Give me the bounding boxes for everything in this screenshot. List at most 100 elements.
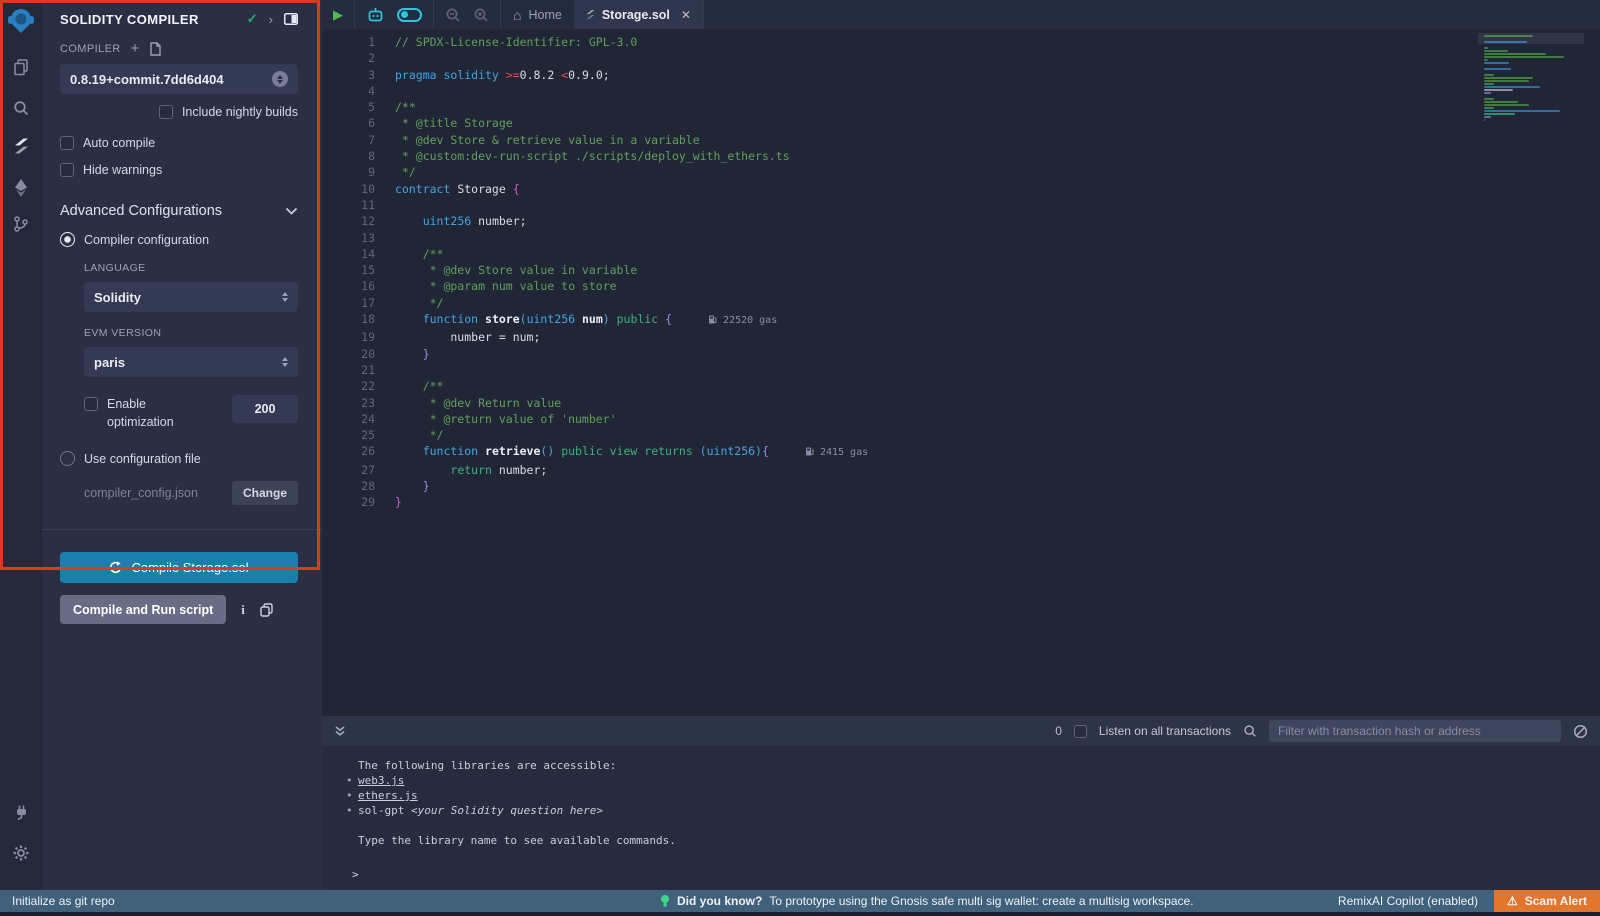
scam-alert-label: Scam Alert — [1525, 894, 1587, 908]
language-select[interactable]: Solidity — [84, 282, 298, 312]
git-init-status[interactable]: Initialize as git repo — [12, 894, 115, 908]
compiler-configuration-label[interactable]: Compiler configuration — [84, 233, 209, 247]
copy-icon[interactable] — [260, 603, 273, 617]
sidebar-item-plugin-manager[interactable] — [0, 800, 42, 824]
hide-warnings-checkbox-row[interactable]: Hide warnings — [60, 163, 298, 177]
compile-button-label: Compile Storage.sol — [131, 560, 248, 575]
terminal-list-item: web3.js — [322, 773, 1600, 788]
evm-version-label: EVM VERSION — [84, 327, 298, 339]
terminal-link[interactable]: web3.js — [358, 774, 404, 787]
terminal[interactable]: The following libraries are accessible:w… — [322, 746, 1600, 890]
play-icon[interactable]: ▶ — [333, 7, 343, 23]
advanced-configurations-toggle[interactable]: Advanced Configurations — [60, 203, 298, 219]
copilot-status[interactable]: RemixAI Copilot (enabled) — [1338, 894, 1478, 908]
auto-compile-checkbox-row[interactable]: Auto compile — [60, 136, 298, 150]
sidebar-item-solidity-analyzer[interactable] — [0, 176, 42, 200]
tab-home[interactable]: ⌂ Home — [501, 0, 574, 29]
code-line: 26 function retrieve() public view retur… — [322, 443, 1600, 461]
include-nightly-label[interactable]: Include nightly builds — [182, 105, 298, 119]
terminal-prompt[interactable]: > — [352, 867, 359, 882]
did-you-know-tip: Did you know? To prototype using the Gno… — [660, 894, 1194, 908]
sidebar-item-settings[interactable] — [0, 841, 42, 865]
enable-optimization-label[interactable]: Enable optimization — [107, 395, 199, 431]
code-line: 27 return number; — [322, 462, 1600, 478]
listen-transactions-label[interactable]: Listen on all transactions — [1099, 724, 1231, 738]
editor-minimap[interactable] — [1478, 31, 1584, 231]
ethereum-diamond-icon — [13, 178, 29, 198]
select-spinner-icon — [272, 71, 288, 87]
terminal-toolbar: 0 Listen on all transactions — [322, 716, 1600, 746]
tab-storage-sol[interactable]: Storage.sol ✕ — [574, 0, 704, 29]
load-compiler-file-icon[interactable] — [149, 42, 162, 56]
code-line: 24 * @return value of 'number' — [322, 411, 1600, 427]
auto-compile-checkbox[interactable] — [60, 136, 74, 150]
enable-optimization-checkbox[interactable] — [84, 397, 98, 411]
select-spinner-icon — [282, 357, 288, 367]
use-configuration-file-label[interactable]: Use configuration file — [84, 452, 201, 466]
tip-text: To prototype using the Gnosis safe multi… — [769, 894, 1193, 908]
clear-console-icon[interactable] — [1573, 724, 1588, 739]
chevron-right-icon[interactable]: › — [269, 12, 273, 27]
use-configuration-file-radio-row[interactable]: Use configuration file — [60, 451, 298, 466]
solidity-file-icon — [586, 9, 595, 20]
include-nightly-checkbox[interactable] — [159, 105, 173, 119]
panel-title: SOLIDITY COMPILER — [60, 12, 247, 27]
advanced-configurations-title: Advanced Configurations — [60, 203, 285, 219]
terminal-link[interactable]: ethers.js — [358, 789, 418, 802]
robot-icon[interactable] — [366, 7, 385, 23]
code-line: 9 */ — [322, 164, 1600, 180]
warning-icon: ⚠ — [1507, 894, 1518, 908]
hide-warnings-label[interactable]: Hide warnings — [83, 163, 162, 177]
listen-transactions-checkbox[interactable] — [1074, 725, 1087, 738]
auto-compile-label[interactable]: Auto compile — [83, 136, 155, 150]
code-editor[interactable]: 1// SPDX-License-Identifier: GPL-3.02 3p… — [322, 29, 1600, 716]
icon-sidebar — [0, 0, 42, 890]
close-tab-icon[interactable]: ✕ — [681, 8, 691, 22]
git-branch-icon — [12, 215, 30, 233]
tab-storage-label: Storage.sol — [602, 8, 670, 22]
zoom-out-icon[interactable] — [445, 7, 461, 23]
compiler-configuration-radio[interactable] — [60, 232, 75, 247]
code-line: 17 */ — [322, 295, 1600, 311]
remix-ide-window: SOLIDITY COMPILER ✓ › COMPILER + — [0, 0, 1600, 916]
terminal-list-item: sol-gpt <your Solidity question here> — [322, 803, 1600, 818]
code-line: 2 — [322, 50, 1600, 66]
sidebar-item-file-explorer[interactable] — [0, 55, 42, 79]
evm-version-select[interactable]: paris — [84, 347, 298, 377]
terminal-search-icon[interactable] — [1243, 724, 1257, 738]
optimization-runs-input[interactable] — [232, 395, 298, 423]
add-compiler-icon[interactable]: + — [131, 44, 140, 54]
compile-and-run-button[interactable]: Compile and Run script — [60, 595, 226, 624]
minimap-lines — [1478, 31, 1584, 121]
compiler-configuration-radio-row[interactable]: Compiler configuration — [60, 232, 298, 247]
hide-warnings-checkbox[interactable] — [60, 163, 74, 177]
remix-logo[interactable] — [0, 4, 42, 38]
code-line: 25 */ — [322, 427, 1600, 443]
include-nightly-checkbox-row[interactable]: Include nightly builds — [60, 105, 298, 119]
gas-estimate: 22520 gas — [708, 315, 777, 326]
compiler-version-select[interactable]: 0.8.19+commit.7dd6d404 — [60, 64, 298, 94]
zoom-in-icon[interactable] — [473, 7, 489, 23]
expand-terminal-icon[interactable] — [334, 725, 346, 737]
compiler-version-value: 0.8.19+commit.7dd6d404 — [70, 72, 272, 87]
sidebar-item-git[interactable] — [0, 212, 42, 236]
chevron-down-icon — [285, 207, 298, 215]
code-line: 28 } — [322, 478, 1600, 494]
code-line: 11 — [322, 197, 1600, 213]
change-config-button[interactable]: Change — [232, 481, 298, 505]
remix-logo-icon — [6, 6, 36, 36]
transaction-filter-input[interactable] — [1269, 720, 1561, 742]
use-configuration-file-radio[interactable] — [60, 451, 75, 466]
scam-alert-badge[interactable]: ⚠ Scam Alert — [1494, 890, 1600, 912]
code-line: 13 — [322, 230, 1600, 246]
compile-button[interactable]: Compile Storage.sol — [60, 552, 298, 583]
copilot-toggle[interactable] — [397, 8, 422, 22]
sidebar-item-search[interactable] — [0, 96, 42, 120]
code-line: 3pragma solidity >=0.8.2 <0.9.0; — [322, 67, 1600, 83]
config-file-name: compiler_config.json — [84, 486, 232, 500]
main-area: ▶ — [322, 0, 1600, 890]
code-line: 21 — [322, 362, 1600, 378]
split-panel-icon[interactable] — [284, 13, 298, 25]
sidebar-item-solidity-compiler[interactable] — [0, 134, 42, 158]
info-icon[interactable]: i — [241, 602, 245, 618]
